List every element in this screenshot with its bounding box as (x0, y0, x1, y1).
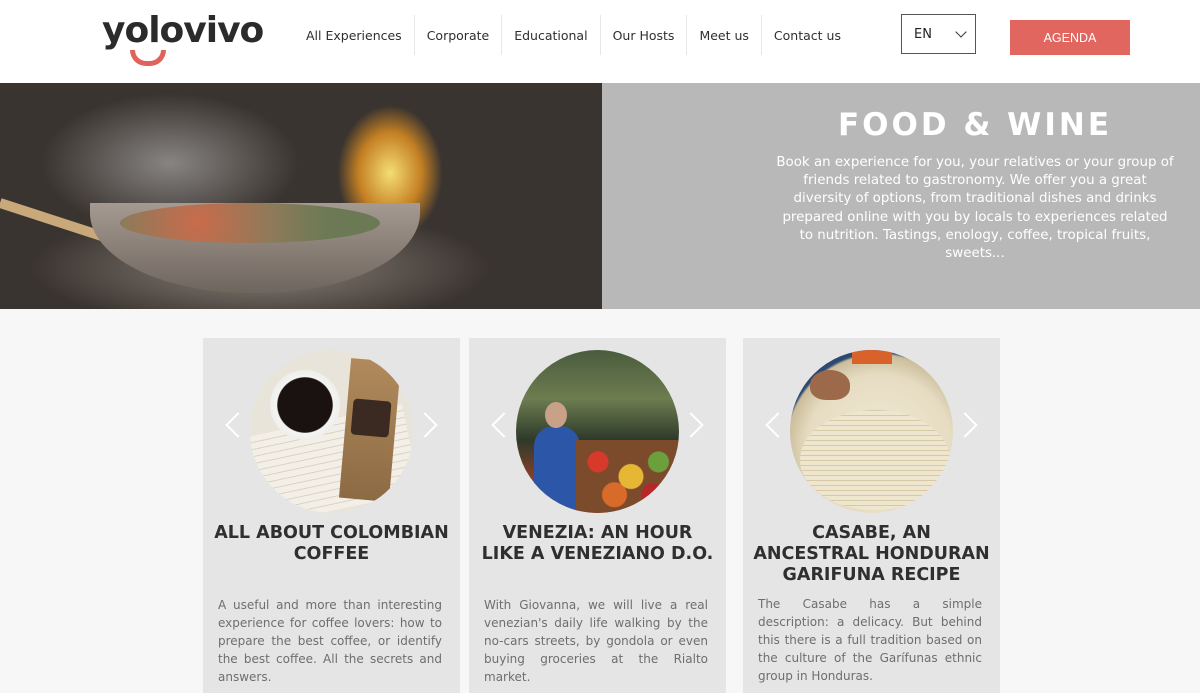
hero-cooking-image (0, 83, 602, 309)
nav-item-educational[interactable]: Educational (501, 15, 599, 55)
nav-item-corporate[interactable]: Corporate (413, 15, 502, 55)
nav-item-contact-us[interactable]: Contact us (760, 15, 853, 55)
logo-text: yolovivo (102, 10, 264, 51)
chevron-right-icon[interactable] (412, 412, 438, 438)
person-head-shape (545, 402, 567, 428)
smile-icon (130, 50, 166, 66)
nav-item-all-experiences[interactable]: All Experiences (294, 15, 414, 55)
card-description: A useful and more than interesting exper… (218, 598, 442, 684)
fruit-stall-shape (576, 440, 679, 513)
main-nav: All Experiences Corporate Educational Ou… (294, 15, 853, 55)
hero-banner: FOOD & WINE Book an experience for you, … (0, 83, 1200, 309)
experience-card-venezia[interactable]: VENEZIA: AN HOUR LIKE A VENEZIANO D.O. W… (469, 338, 726, 693)
card-title[interactable]: CASABE, AN ANCESTRAL HONDURAN GARIFUNA R… (753, 523, 990, 586)
yolovivo-logo[interactable]: yolovivo (102, 10, 264, 68)
experience-card-coffee[interactable]: ALL ABOUT COLOMBIAN COFFEE A useful and … (203, 338, 460, 693)
person-shape (534, 402, 580, 513)
card-description: The Casabe has a simple description: a d… (758, 597, 982, 683)
person-body-shape (534, 426, 580, 513)
hero-description: Book an experience for you, your relativ… (776, 155, 1174, 262)
food-shape (120, 203, 380, 243)
bag-label-shape (350, 398, 392, 438)
hero-title: FOOD & WINE (837, 107, 1113, 143)
nav-item-our-hosts[interactable]: Our Hosts (599, 15, 687, 55)
agenda-button[interactable]: AGENDA (1010, 20, 1130, 55)
casabe-stack-shape (800, 410, 950, 510)
chevron-down-icon (955, 26, 967, 38)
chevron-right-icon[interactable] (952, 412, 978, 438)
casabe-image (790, 350, 953, 513)
chevron-left-icon[interactable] (765, 412, 791, 438)
site-header: yolovivo All Experiences Corporate Educa… (0, 0, 1200, 83)
nav-item-meet-us[interactable]: Meet us (686, 15, 760, 55)
language-value: EN (914, 26, 932, 42)
language-select[interactable]: EN (901, 14, 976, 54)
chevron-right-icon[interactable] (678, 412, 704, 438)
card-title[interactable]: ALL ABOUT COLOMBIAN COFFEE (213, 523, 450, 565)
chevron-left-icon[interactable] (225, 412, 251, 438)
chevron-left-icon[interactable] (491, 412, 517, 438)
experience-card-casabe[interactable]: CASABE, AN ANCESTRAL HONDURAN GARIFUNA R… (743, 338, 1000, 693)
cloth-shape (852, 350, 892, 364)
market-image (516, 350, 679, 513)
coffee-cup-shape (270, 370, 340, 440)
card-title[interactable]: VENEZIA: AN HOUR LIKE A VENEZIANO D.O. (479, 523, 716, 565)
coffee-image (250, 350, 413, 513)
hand-shape (810, 370, 850, 400)
card-description: With Giovanna, we will live a real venez… (484, 598, 708, 684)
